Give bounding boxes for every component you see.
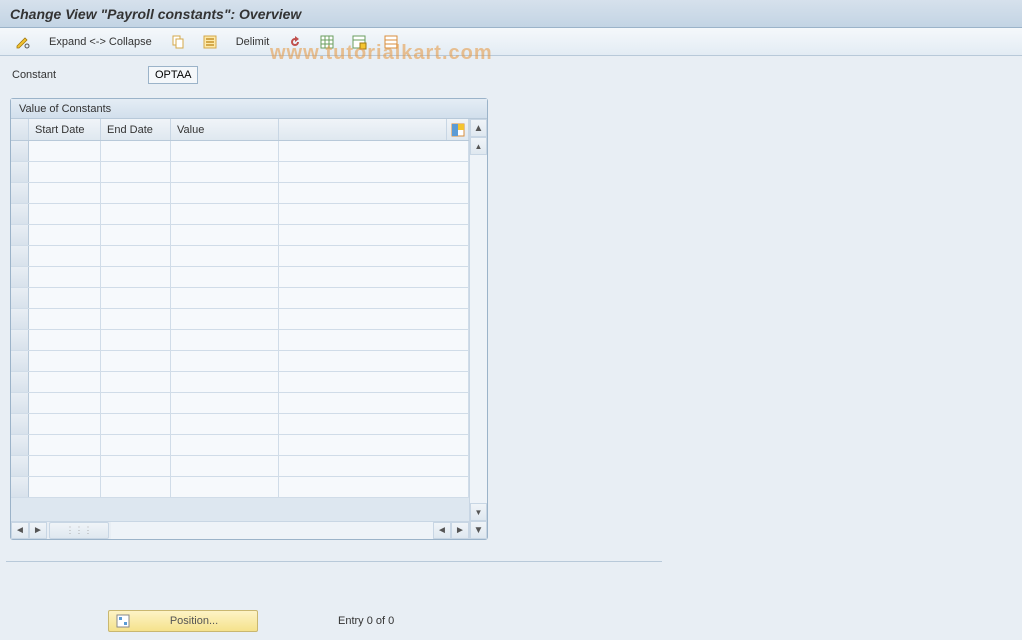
row-selector[interactable]: [11, 183, 29, 203]
table-row[interactable]: [11, 456, 469, 477]
scroll-track-v[interactable]: [470, 155, 487, 503]
grid-orange-icon: [383, 34, 399, 50]
toolbar: Expand <-> Collapse Delimit: [0, 28, 1022, 56]
scroll-left-button[interactable]: ◄: [11, 522, 29, 539]
row-selector[interactable]: [11, 435, 29, 455]
row-selector[interactable]: [11, 372, 29, 392]
table-row[interactable]: [11, 414, 469, 435]
scroll-right-button[interactable]: ►: [29, 522, 47, 539]
grid-icon: [319, 34, 335, 50]
table-config-icon: [450, 122, 466, 138]
select-all-icon: [202, 34, 218, 50]
divider: [6, 561, 662, 562]
entry-count: Entry 0 of 0: [338, 615, 394, 627]
table-settings-button-1[interactable]: [314, 32, 340, 52]
row-selector[interactable]: [11, 204, 29, 224]
constant-value[interactable]: OPTAA: [148, 66, 198, 84]
scroll-track[interactable]: [111, 522, 433, 539]
constants-table-panel: Value of Constants Start Date End Date V…: [10, 98, 488, 540]
table-row[interactable]: [11, 393, 469, 414]
table-settings-button-2[interactable]: [346, 32, 372, 52]
pencil-glasses-icon: [15, 34, 31, 50]
row-selector[interactable]: [11, 162, 29, 182]
scroll-up-page-button[interactable]: ▲: [470, 137, 487, 155]
position-button-label: Position...: [137, 615, 251, 627]
undo-button[interactable]: [282, 32, 308, 52]
row-selector[interactable]: [11, 246, 29, 266]
select-all-button[interactable]: [197, 32, 223, 52]
row-selector[interactable]: [11, 414, 29, 434]
table-main: Start Date End Date Value: [11, 119, 469, 539]
scroll-up-button[interactable]: ▲: [470, 119, 487, 137]
col-start-date[interactable]: Start Date: [29, 119, 101, 140]
table-body: [11, 141, 469, 521]
row-selector[interactable]: [11, 141, 29, 161]
table-row[interactable]: [11, 162, 469, 183]
table-row[interactable]: [11, 309, 469, 330]
delimit-button[interactable]: Delimit: [229, 32, 277, 52]
table-row[interactable]: [11, 351, 469, 372]
page-title: Change View "Payroll constants": Overvie…: [10, 6, 301, 22]
table-row[interactable]: [11, 477, 469, 498]
table-config-button[interactable]: [447, 119, 469, 140]
vertical-scrollbar[interactable]: ▲ ▲ ▼ ▼: [469, 119, 487, 539]
select-all-header[interactable]: [11, 119, 29, 140]
row-selector[interactable]: [11, 225, 29, 245]
table-row[interactable]: [11, 225, 469, 246]
title-bar: Change View "Payroll constants": Overvie…: [0, 0, 1022, 28]
col-spacer: [279, 119, 447, 140]
horizontal-scrollbar[interactable]: ◄ ► ⋮⋮⋮ ◄ ►: [11, 521, 469, 539]
position-button[interactable]: Position...: [108, 610, 258, 632]
scroll-down-page-button[interactable]: ▼: [470, 503, 487, 521]
table-header-row: Start Date End Date Value: [11, 119, 469, 141]
copy-button[interactable]: [165, 32, 191, 52]
row-selector[interactable]: [11, 393, 29, 413]
panel-title: Value of Constants: [11, 99, 487, 119]
table-row[interactable]: [11, 435, 469, 456]
table-container: Start Date End Date Value: [11, 119, 487, 539]
col-value[interactable]: Value: [171, 119, 279, 140]
footer: Position... Entry 0 of 0: [0, 606, 1022, 636]
toggle-display-button[interactable]: [10, 32, 36, 52]
content-area: Constant OPTAA Value of Constants Start …: [0, 56, 1022, 600]
copy-icon: [170, 34, 186, 50]
scroll-right-end-button[interactable]: ►: [451, 522, 469, 539]
table-row[interactable]: [11, 288, 469, 309]
table-row[interactable]: [11, 246, 469, 267]
row-selector[interactable]: [11, 351, 29, 371]
table-row[interactable]: [11, 141, 469, 162]
row-selector[interactable]: [11, 309, 29, 329]
grid-save-icon: [351, 34, 367, 50]
scroll-thumb[interactable]: ⋮⋮⋮: [49, 522, 109, 539]
scroll-down-button[interactable]: ▼: [470, 521, 487, 539]
table-row[interactable]: [11, 330, 469, 351]
constant-label: Constant: [12, 69, 148, 81]
table-row[interactable]: [11, 183, 469, 204]
row-selector[interactable]: [11, 456, 29, 476]
constant-field-row: Constant OPTAA: [10, 66, 1012, 84]
row-selector[interactable]: [11, 330, 29, 350]
row-selector[interactable]: [11, 477, 29, 497]
row-selector[interactable]: [11, 288, 29, 308]
table-row[interactable]: [11, 204, 469, 225]
scroll-left-end-button[interactable]: ◄: [433, 522, 451, 539]
table-row[interactable]: [11, 267, 469, 288]
table-row[interactable]: [11, 372, 469, 393]
table-settings-button-3[interactable]: [378, 32, 404, 52]
position-icon: [115, 613, 131, 629]
undo-icon: [287, 34, 303, 50]
row-selector[interactable]: [11, 267, 29, 287]
expand-collapse-button[interactable]: Expand <-> Collapse: [42, 32, 159, 52]
col-end-date[interactable]: End Date: [101, 119, 171, 140]
